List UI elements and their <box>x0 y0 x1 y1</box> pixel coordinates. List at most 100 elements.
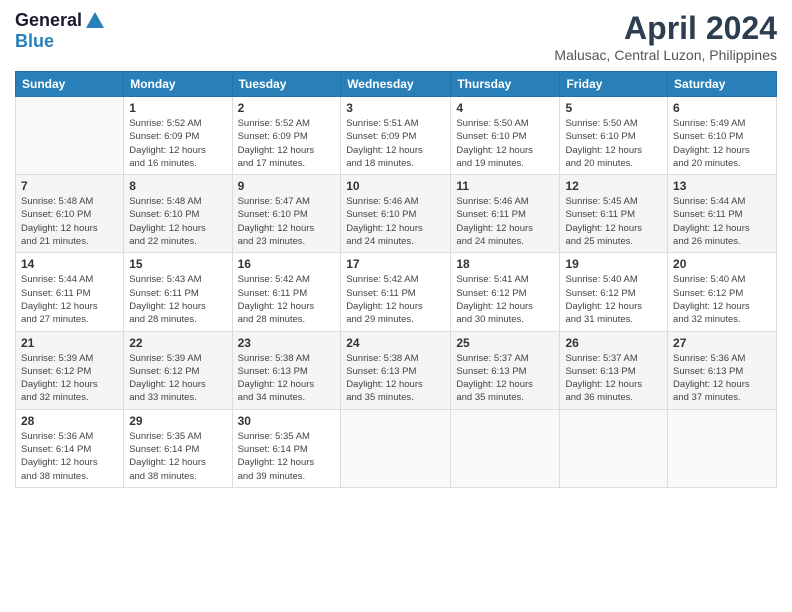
table-row <box>668 409 777 487</box>
header: General Blue April 2024 Malusac, Central… <box>15 10 777 63</box>
day-number: 3 <box>346 101 445 115</box>
table-row: 27Sunrise: 5:36 AM Sunset: 6:13 PM Dayli… <box>668 331 777 409</box>
col-saturday: Saturday <box>668 72 777 97</box>
table-row: 20 Sunrise: 5:40 AM Sunset: 6:12 PM Dayli… <box>668 253 777 331</box>
day-number: 12 <box>565 179 662 193</box>
table-row: 30 Sunrise: 5:35 AM Sunset: 6:14 PM Dayli… <box>232 409 341 487</box>
day-info: Sunrise: 5:50 AM Sunset: 6:10 PM Dayligh… <box>565 117 662 170</box>
table-row: 13Sunrise: 5:44 AM Sunset: 6:11 PM Dayli… <box>668 175 777 253</box>
col-sunday: Sunday <box>16 72 124 97</box>
table-row: 21Sunrise: 5:39 AM Sunset: 6:12 PM Dayli… <box>16 331 124 409</box>
day-number: 2 <box>238 101 336 115</box>
calendar-table: Sunday Monday Tuesday Wednesday Thursday… <box>15 71 777 488</box>
day-info: Sunrise: 5:42 AM Sunset: 6:11 PM Dayligh… <box>238 273 336 326</box>
day-info: Sunrise: 5:48 AM Sunset: 6:10 PM Dayligh… <box>21 195 118 248</box>
day-number: 7 <box>21 179 118 193</box>
day-number: 22 <box>129 336 226 350</box>
day-info: Sunrise: 5:37 AM Sunset: 6:13 PM Dayligh… <box>456 352 554 405</box>
table-row: 3 Sunrise: 5:51 AM Sunset: 6:09 PM Daylig… <box>341 97 451 175</box>
table-row: 11Sunrise: 5:46 AM Sunset: 6:11 PM Dayli… <box>451 175 560 253</box>
day-number: 18 <box>456 257 554 271</box>
table-row <box>341 409 451 487</box>
logo-icon <box>84 10 106 32</box>
day-info: Sunrise: 5:45 AM Sunset: 6:11 PM Dayligh… <box>565 195 662 248</box>
table-row <box>560 409 668 487</box>
day-info: Sunrise: 5:40 AM Sunset: 6:12 PM Dayligh… <box>565 273 662 326</box>
day-info: Sunrise: 5:41 AM Sunset: 6:12 PM Dayligh… <box>456 273 554 326</box>
day-info: Sunrise: 5:38 AM Sunset: 6:13 PM Dayligh… <box>346 352 445 405</box>
table-row: 26 Sunrise: 5:37 AM Sunset: 6:13 PM Dayli… <box>560 331 668 409</box>
day-number: 19 <box>565 257 662 271</box>
day-info: Sunrise: 5:51 AM Sunset: 6:09 PM Dayligh… <box>346 117 445 170</box>
calendar-week-row: 14 Sunrise: 5:44 AM Sunset: 6:11 PM Dayli… <box>16 253 777 331</box>
table-row: 8Sunrise: 5:48 AM Sunset: 6:10 PM Daylig… <box>124 175 232 253</box>
day-number: 11 <box>456 179 554 193</box>
day-info: Sunrise: 5:44 AM Sunset: 6:11 PM Dayligh… <box>21 273 118 326</box>
day-info: Sunrise: 5:43 AM Sunset: 6:11 PM Dayligh… <box>129 273 226 326</box>
table-row: 22 Sunrise: 5:39 AM Sunset: 6:12 PM Dayli… <box>124 331 232 409</box>
day-number: 16 <box>238 257 336 271</box>
day-number: 20 <box>673 257 771 271</box>
day-info: Sunrise: 5:52 AM Sunset: 6:09 PM Dayligh… <box>129 117 226 170</box>
day-info: Sunrise: 5:39 AM Sunset: 6:12 PM Dayligh… <box>21 352 118 405</box>
col-tuesday: Tuesday <box>232 72 341 97</box>
table-row: 19 Sunrise: 5:40 AM Sunset: 6:12 PM Dayli… <box>560 253 668 331</box>
col-wednesday: Wednesday <box>341 72 451 97</box>
table-row: 1 Sunrise: 5:52 AM Sunset: 6:09 PM Daylig… <box>124 97 232 175</box>
table-row: 7 Sunrise: 5:48 AM Sunset: 6:10 PM Daylig… <box>16 175 124 253</box>
day-info: Sunrise: 5:47 AM Sunset: 6:10 PM Dayligh… <box>238 195 336 248</box>
day-info: Sunrise: 5:52 AM Sunset: 6:09 PM Dayligh… <box>238 117 336 170</box>
day-number: 4 <box>456 101 554 115</box>
table-row: 16 Sunrise: 5:42 AM Sunset: 6:11 PM Dayli… <box>232 253 341 331</box>
table-row: 15 Sunrise: 5:43 AM Sunset: 6:11 PM Dayli… <box>124 253 232 331</box>
day-info: Sunrise: 5:37 AM Sunset: 6:13 PM Dayligh… <box>565 352 662 405</box>
day-info: Sunrise: 5:38 AM Sunset: 6:13 PM Dayligh… <box>238 352 336 405</box>
day-number: 29 <box>129 414 226 428</box>
table-row: 9Sunrise: 5:47 AM Sunset: 6:10 PM Daylig… <box>232 175 341 253</box>
day-number: 23 <box>238 336 336 350</box>
day-number: 1 <box>129 101 226 115</box>
day-number: 10 <box>346 179 445 193</box>
calendar-week-row: 21Sunrise: 5:39 AM Sunset: 6:12 PM Dayli… <box>16 331 777 409</box>
col-friday: Friday <box>560 72 668 97</box>
table-row: 18 Sunrise: 5:41 AM Sunset: 6:12 PM Dayli… <box>451 253 560 331</box>
col-monday: Monday <box>124 72 232 97</box>
calendar-week-row: 7 Sunrise: 5:48 AM Sunset: 6:10 PM Daylig… <box>16 175 777 253</box>
table-row: 14 Sunrise: 5:44 AM Sunset: 6:11 PM Dayli… <box>16 253 124 331</box>
table-row: 29 Sunrise: 5:35 AM Sunset: 6:14 PM Dayli… <box>124 409 232 487</box>
day-number: 24 <box>346 336 445 350</box>
table-row: 2 Sunrise: 5:52 AM Sunset: 6:09 PM Daylig… <box>232 97 341 175</box>
day-number: 26 <box>565 336 662 350</box>
table-row: 25 Sunrise: 5:37 AM Sunset: 6:13 PM Dayli… <box>451 331 560 409</box>
table-row <box>16 97 124 175</box>
day-info: Sunrise: 5:36 AM Sunset: 6:13 PM Dayligh… <box>673 352 771 405</box>
day-number: 5 <box>565 101 662 115</box>
day-info: Sunrise: 5:39 AM Sunset: 6:12 PM Dayligh… <box>129 352 226 405</box>
day-info: Sunrise: 5:35 AM Sunset: 6:14 PM Dayligh… <box>129 430 226 483</box>
day-number: 17 <box>346 257 445 271</box>
day-number: 6 <box>673 101 771 115</box>
col-thursday: Thursday <box>451 72 560 97</box>
table-row: 28Sunrise: 5:36 AM Sunset: 6:14 PM Dayli… <box>16 409 124 487</box>
table-row: 23 Sunrise: 5:38 AM Sunset: 6:13 PM Dayli… <box>232 331 341 409</box>
day-number: 14 <box>21 257 118 271</box>
day-info: Sunrise: 5:35 AM Sunset: 6:14 PM Dayligh… <box>238 430 336 483</box>
day-info: Sunrise: 5:40 AM Sunset: 6:12 PM Dayligh… <box>673 273 771 326</box>
title-block: April 2024 Malusac, Central Luzon, Phili… <box>554 10 777 63</box>
day-info: Sunrise: 5:46 AM Sunset: 6:10 PM Dayligh… <box>346 195 445 248</box>
logo: General Blue <box>15 10 106 52</box>
table-row: 4Sunrise: 5:50 AM Sunset: 6:10 PM Daylig… <box>451 97 560 175</box>
logo-blue: Blue <box>15 31 54 51</box>
day-info: Sunrise: 5:42 AM Sunset: 6:11 PM Dayligh… <box>346 273 445 326</box>
day-info: Sunrise: 5:48 AM Sunset: 6:10 PM Dayligh… <box>129 195 226 248</box>
day-number: 25 <box>456 336 554 350</box>
day-number: 30 <box>238 414 336 428</box>
table-row: 6 Sunrise: 5:49 AM Sunset: 6:10 PM Daylig… <box>668 97 777 175</box>
logo-general: General <box>15 11 82 31</box>
month-title: April 2024 <box>554 10 777 47</box>
calendar-week-row: 28Sunrise: 5:36 AM Sunset: 6:14 PM Dayli… <box>16 409 777 487</box>
day-number: 15 <box>129 257 226 271</box>
table-row: 24 Sunrise: 5:38 AM Sunset: 6:13 PM Dayli… <box>341 331 451 409</box>
day-info: Sunrise: 5:49 AM Sunset: 6:10 PM Dayligh… <box>673 117 771 170</box>
calendar-week-row: 1 Sunrise: 5:52 AM Sunset: 6:09 PM Daylig… <box>16 97 777 175</box>
